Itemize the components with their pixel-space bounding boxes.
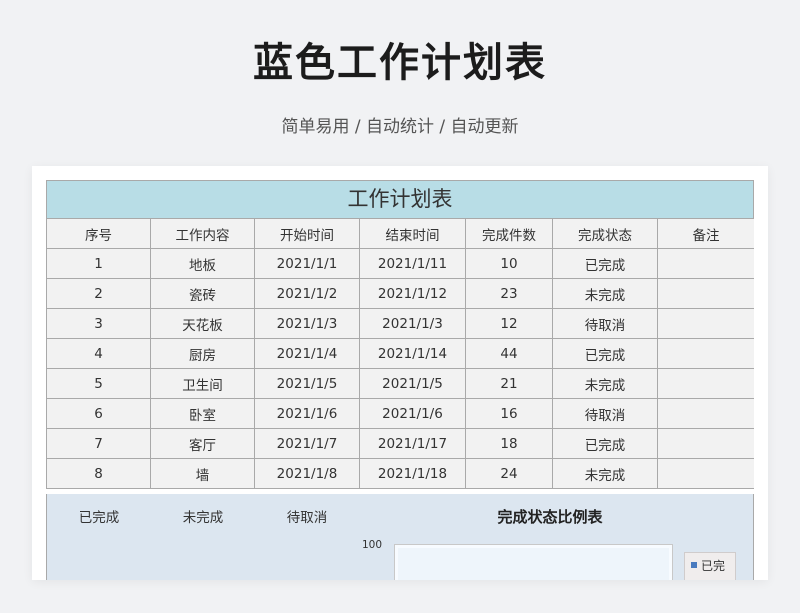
cell-task[interactable]: 瓷砖: [150, 278, 255, 309]
table-row: 3 天花板 2021/1/3 2021/1/3 12 待取消: [46, 308, 754, 339]
cell-note[interactable]: [657, 278, 754, 309]
cell-task[interactable]: 天花板: [150, 308, 255, 339]
cell-note[interactable]: [657, 338, 754, 369]
cell-end-date[interactable]: 2021/1/17: [359, 428, 466, 459]
cell-end-date[interactable]: 2021/1/14: [359, 338, 466, 369]
cell-note[interactable]: [657, 398, 754, 429]
cell-start-date[interactable]: 2021/1/1: [254, 248, 360, 279]
cell-status[interactable]: 已完成: [552, 338, 658, 369]
cell-start-date[interactable]: 2021/1/8: [254, 458, 360, 489]
chart-plot-area[interactable]: [394, 544, 673, 580]
cell-start-date[interactable]: 2021/1/6: [254, 398, 360, 429]
cell-status[interactable]: 待取消: [552, 308, 658, 339]
page-subtitle: 简单易用 / 自动统计 / 自动更新: [281, 117, 519, 137]
cell-index[interactable]: 5: [46, 368, 151, 399]
spreadsheet: 工作计划表 序号 工作内容 开始时间 结束时间 完成件数 完成状态 备注 1 地板…: [46, 180, 754, 580]
cell-start-date[interactable]: 2021/1/3: [254, 308, 360, 339]
cell-index[interactable]: 2: [46, 278, 151, 309]
status-chart[interactable]: 完成状态比例表 100 已完: [360, 494, 754, 580]
cell-status[interactable]: 未完成: [552, 278, 658, 309]
cell-task[interactable]: 墙: [150, 458, 255, 489]
cell-index[interactable]: 3: [46, 308, 151, 339]
table-row: 6 卧室 2021/1/6 2021/1/6 16 待取消: [46, 398, 754, 429]
legend-swatch: [691, 562, 697, 568]
summary-label-pending-cancel: 待取消: [286, 510, 328, 526]
cell-count[interactable]: 21: [465, 368, 553, 399]
cell-end-date[interactable]: 2021/1/3: [359, 308, 466, 339]
column-header[interactable]: 结束时间: [359, 218, 466, 249]
column-header[interactable]: 序号: [46, 218, 151, 249]
column-header[interactable]: 开始时间: [254, 218, 360, 249]
cell-note[interactable]: [657, 308, 754, 339]
sheet-title: 工作计划表: [46, 180, 754, 219]
cell-index[interactable]: 8: [46, 458, 151, 489]
cell-note[interactable]: [657, 428, 754, 459]
cell-count[interactable]: 12: [465, 308, 553, 339]
y-tick-label: 100: [362, 539, 383, 551]
cell-index[interactable]: 7: [46, 428, 151, 459]
page-title: 蓝色工作计划表: [253, 40, 547, 86]
cell-end-date[interactable]: 2021/1/11: [359, 248, 466, 279]
cell-count[interactable]: 23: [465, 278, 553, 309]
work-plan-table: 序号 工作内容 开始时间 结束时间 完成件数 完成状态 备注 1 地板 2021/1…: [46, 218, 754, 489]
cell-status[interactable]: 已完成: [552, 248, 658, 279]
cell-start-date[interactable]: 2021/1/7: [254, 428, 360, 459]
cell-end-date[interactable]: 2021/1/5: [359, 368, 466, 399]
summary-label-undone: 未完成: [182, 510, 224, 526]
cell-start-date[interactable]: 2021/1/2: [254, 278, 360, 309]
cell-count[interactable]: 44: [465, 338, 553, 369]
cell-index[interactable]: 4: [46, 338, 151, 369]
cell-index[interactable]: 1: [46, 248, 151, 279]
chart-title: 完成状态比例表: [497, 508, 603, 526]
cell-note[interactable]: [657, 248, 754, 279]
cell-task[interactable]: 卫生间: [150, 368, 255, 399]
cell-count[interactable]: 10: [465, 248, 553, 279]
cell-task[interactable]: 地板: [150, 248, 255, 279]
table-row: 1 地板 2021/1/1 2021/1/11 10 已完成: [46, 248, 754, 279]
cell-status[interactable]: 待取消: [552, 398, 658, 429]
cell-task[interactable]: 客厅: [150, 428, 255, 459]
cell-count[interactable]: 18: [465, 428, 553, 459]
cell-count[interactable]: 16: [465, 398, 553, 429]
column-header[interactable]: 工作内容: [150, 218, 255, 249]
cell-start-date[interactable]: 2021/1/4: [254, 338, 360, 369]
cell-note[interactable]: [657, 458, 754, 489]
sheet-card: 工作计划表 序号 工作内容 开始时间 结束时间 完成件数 完成状态 备注 1 地板…: [32, 166, 768, 580]
cell-task[interactable]: 卧室: [150, 398, 255, 429]
column-header[interactable]: 完成状态: [552, 218, 658, 249]
table-body: 1 地板 2021/1/1 2021/1/11 10 已完成 2 瓷砖 2021/1/2 2021…: [46, 248, 754, 489]
table-header-row: 序号 工作内容 开始时间 结束时间 完成件数 完成状态 备注: [46, 218, 754, 249]
summary-label-done: 已完成: [78, 510, 120, 526]
table-row: 2 瓷砖 2021/1/2 2021/1/12 23 未完成: [46, 278, 754, 309]
cell-end-date[interactable]: 2021/1/12: [359, 278, 466, 309]
cell-task[interactable]: 厨房: [150, 338, 255, 369]
cell-end-date[interactable]: 2021/1/18: [359, 458, 466, 489]
cell-status[interactable]: 未完成: [552, 458, 658, 489]
cell-index[interactable]: 6: [46, 398, 151, 429]
cell-start-date[interactable]: 2021/1/5: [254, 368, 360, 399]
cell-count[interactable]: 24: [465, 458, 553, 489]
cell-status[interactable]: 未完成: [552, 368, 658, 399]
column-header[interactable]: 完成件数: [465, 218, 553, 249]
legend-entry: 已完: [701, 559, 726, 573]
cell-note[interactable]: [657, 368, 754, 399]
table-row: 7 客厅 2021/1/7 2021/1/17 18 已完成: [46, 428, 754, 459]
table-row: 5 卫生间 2021/1/5 2021/1/5 21 未完成: [46, 368, 754, 399]
chart-legend[interactable]: 已完: [684, 552, 736, 580]
status-summary-panel: 已完成 未完成 待取消: [46, 494, 361, 580]
column-header[interactable]: 备注: [657, 218, 754, 249]
cell-end-date[interactable]: 2021/1/6: [359, 398, 466, 429]
table-row: 4 厨房 2021/1/4 2021/1/14 44 已完成: [46, 338, 754, 369]
table-row: 8 墙 2021/1/8 2021/1/18 24 未完成: [46, 458, 754, 489]
cell-status[interactable]: 已完成: [552, 428, 658, 459]
